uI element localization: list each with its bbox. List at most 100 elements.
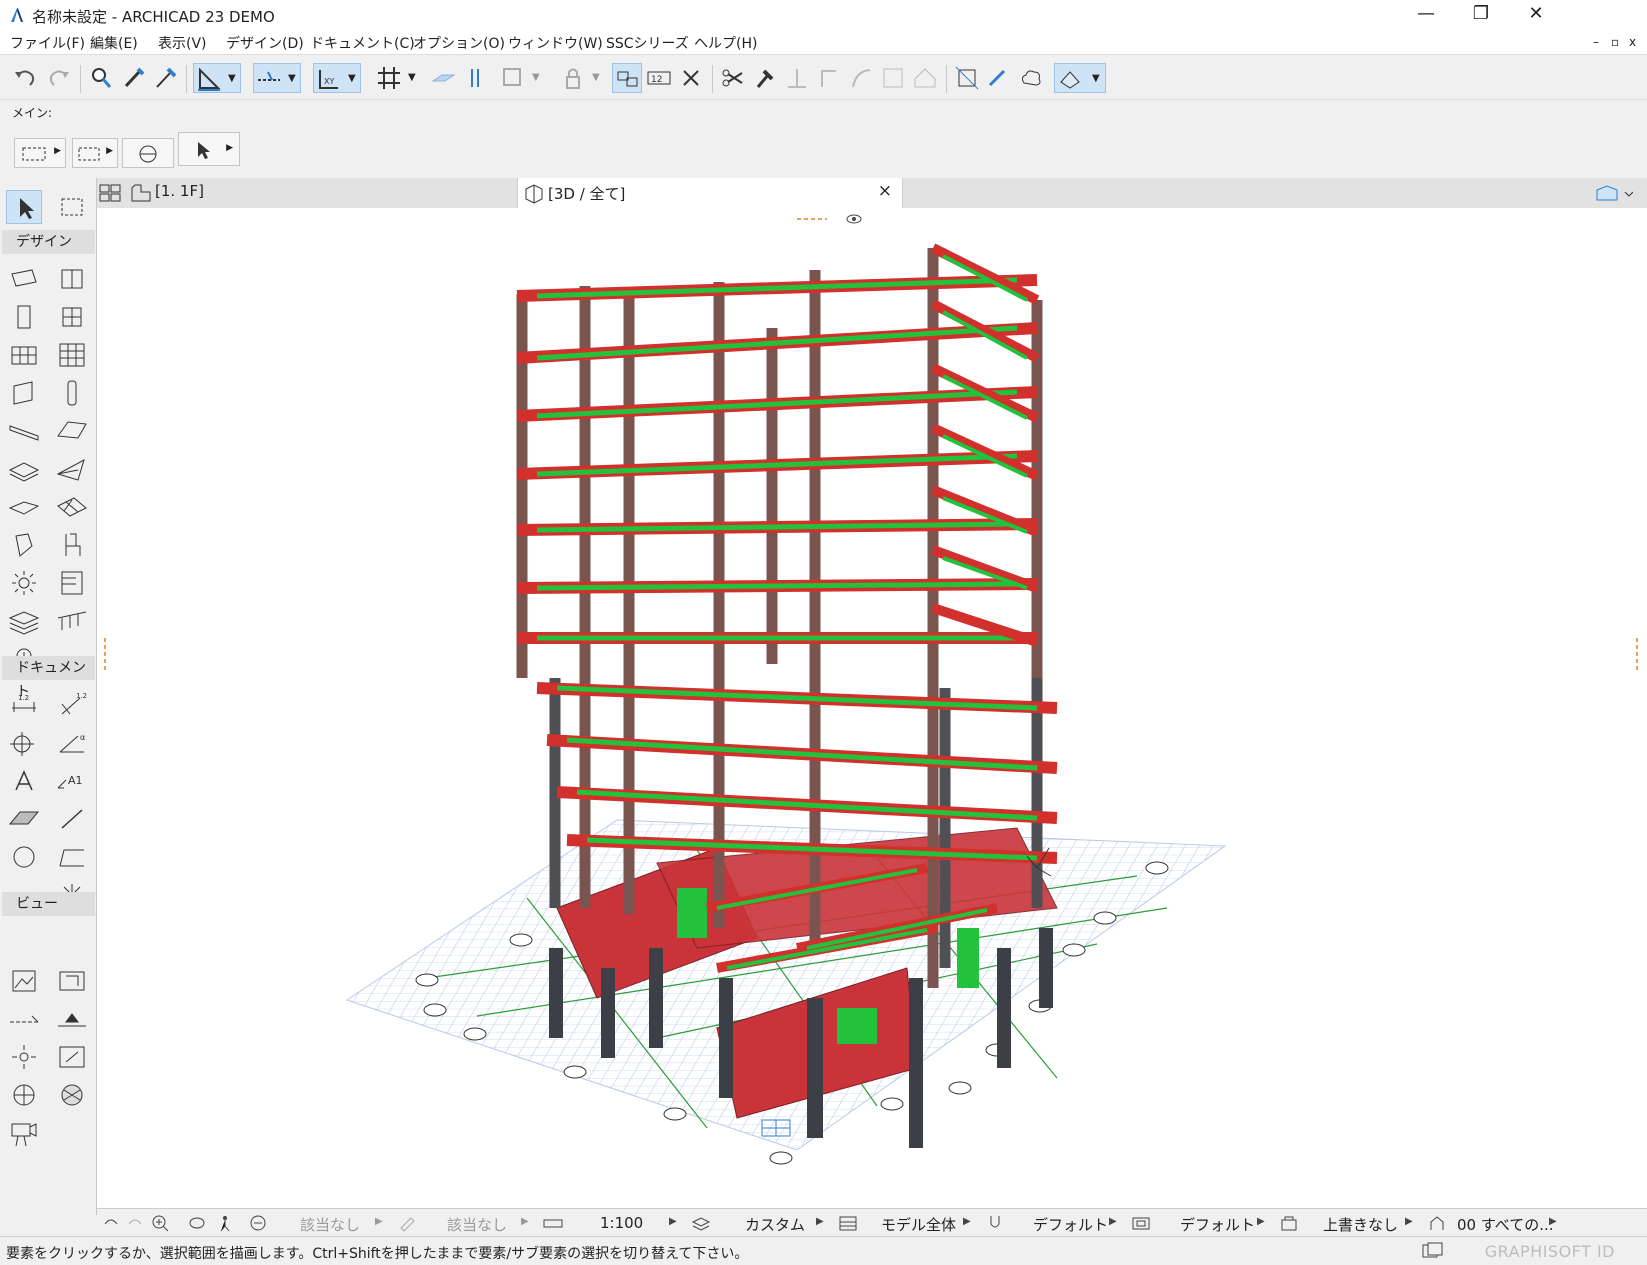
dimension-tool[interactable]: 1.2 <box>6 688 42 722</box>
zoom-in-icon[interactable] <box>151 1214 171 1232</box>
guide-line-button[interactable]: ▼ <box>193 63 241 93</box>
layer-combo-arrow[interactable]: ▶ <box>816 1216 824 1227</box>
marquee-mode-button[interactable]: ▶ <box>72 138 118 168</box>
view-group-header[interactable]: ビュー <box>2 892 95 916</box>
lock-dropdown[interactable]: ▼ <box>592 63 606 93</box>
renovation-filter-value[interactable]: 上書きなし <box>1323 1214 1398 1235</box>
polyline-tool[interactable] <box>54 840 90 874</box>
navigator-icon[interactable] <box>1595 184 1633 202</box>
railing-tool[interactable] <box>54 604 90 638</box>
structure-display-icon[interactable] <box>1427 1214 1447 1232</box>
arrow-tool[interactable] <box>6 190 42 224</box>
adjust-icon[interactable] <box>814 63 844 93</box>
redo-zoom-icon[interactable] <box>125 1214 145 1232</box>
dimension-standard-icon[interactable] <box>1131 1214 1151 1232</box>
model-view-icon[interactable] <box>838 1214 858 1232</box>
object-tool[interactable] <box>54 528 90 562</box>
beam-tool[interactable] <box>6 414 42 448</box>
walk-icon[interactable] <box>215 1214 235 1232</box>
camera-tool[interactable] <box>6 1116 42 1150</box>
menu-ssc-series[interactable]: SSCシリーズ <box>606 33 689 53</box>
interior-elevation-tool[interactable] <box>6 1040 42 1074</box>
change-tool[interactable] <box>54 1078 90 1112</box>
layer-combo-icon[interactable] <box>691 1214 711 1232</box>
marquee-tool[interactable] <box>54 190 90 224</box>
plane-icon[interactable] <box>428 63 458 93</box>
renovation-filter-arrow[interactable]: ▶ <box>1405 1216 1413 1227</box>
minimize-button[interactable]: — <box>1398 0 1454 30</box>
scale-icon[interactable] <box>543 1214 563 1232</box>
syringe-icon[interactable] <box>150 63 180 93</box>
stair-3d-tool[interactable] <box>6 604 42 638</box>
dimension-standard-arrow[interactable]: ▶ <box>1257 1216 1265 1227</box>
undo-zoom-icon[interactable] <box>101 1214 121 1232</box>
worksheet-tool[interactable] <box>54 1040 90 1074</box>
elevation-tool[interactable] <box>54 1002 90 1036</box>
curtain-wall-tool[interactable] <box>54 262 90 296</box>
grid-panel-tool[interactable] <box>54 338 90 372</box>
grid-snap-dropdown[interactable]: ▼ <box>408 63 422 93</box>
label-tool[interactable]: A1 <box>54 764 90 798</box>
design-group-header[interactable]: デザイン <box>2 230 95 254</box>
orbit-view-icon[interactable] <box>187 1214 207 1232</box>
roof-tool[interactable] <box>54 414 90 448</box>
lamp-tool[interactable] <box>6 566 42 600</box>
trace-icon[interactable] <box>460 63 490 93</box>
pen-set-value[interactable]: デフォルト <box>1033 1214 1108 1235</box>
model-view-arrow[interactable]: ▶ <box>963 1216 971 1227</box>
tab-grid-icon[interactable] <box>99 184 121 202</box>
layer-icon[interactable] <box>498 63 528 93</box>
coordinate-button[interactable]: XY ▼ <box>313 63 361 93</box>
scale-value[interactable]: 1:100 <box>600 1214 643 1232</box>
select-frame-icon[interactable] <box>952 63 982 93</box>
figure-tool[interactable] <box>6 964 42 998</box>
line-tool[interactable] <box>54 802 90 836</box>
annotate-icon[interactable] <box>984 63 1014 93</box>
building-model-canvas[interactable] <box>97 208 1647 1208</box>
lock-icon[interactable] <box>558 63 588 93</box>
document-group-header[interactable]: ドキュメント <box>2 656 95 700</box>
detail-tool[interactable] <box>6 1078 42 1112</box>
dimension-standard-value[interactable]: デフォルト <box>1180 1214 1255 1235</box>
close-tab-icon[interactable]: × <box>878 181 892 201</box>
mdi-minimize-button[interactable]: – <box>1593 35 1599 49</box>
elevate-icon[interactable] <box>782 63 812 93</box>
graphisoft-id-link[interactable]: GRAPHISOFT ID <box>1485 1242 1615 1261</box>
eyedropper-icon[interactable] <box>118 63 148 93</box>
fit-zoom-icon[interactable] <box>249 1214 269 1232</box>
window-list-icon[interactable] <box>1422 1242 1444 1260</box>
structure-display-arrow[interactable]: ▶ <box>1549 1216 1557 1227</box>
scissors-icon[interactable] <box>718 63 748 93</box>
level-dimension-tool[interactable] <box>6 726 42 760</box>
undo-filter-arrow[interactable]: ▶ <box>375 1216 383 1227</box>
tab-3d-view[interactable]: [3D / 全て] × <box>517 178 903 208</box>
orbit-button[interactable] <box>122 138 174 168</box>
slab-tool[interactable] <box>6 452 42 486</box>
fill-tool[interactable] <box>6 802 42 836</box>
curve-icon[interactable] <box>846 63 876 93</box>
hammer-icon[interactable] <box>750 63 780 93</box>
menu-window[interactable]: ウィンドウ(W) <box>508 33 603 53</box>
zone-tool[interactable] <box>6 528 42 562</box>
undo-filter-value[interactable]: 該当なし <box>300 1214 360 1235</box>
mdi-restore-button[interactable]: ▫ <box>1611 35 1619 49</box>
mesh-tool[interactable] <box>54 490 90 524</box>
graphic-override-value[interactable]: 該当なし <box>447 1214 507 1235</box>
pen-set-arrow[interactable]: ▶ <box>1109 1216 1117 1227</box>
skylight-tool[interactable] <box>6 376 42 410</box>
arrow-mode-button[interactable]: ▶ <box>178 132 240 166</box>
menu-edit[interactable]: 編集(E) <box>90 33 138 53</box>
roof-icon[interactable] <box>910 63 940 93</box>
selection-method-button[interactable]: ▶ <box>14 138 66 168</box>
scale-arrow[interactable]: ▶ <box>669 1216 677 1227</box>
door-tool[interactable] <box>6 300 42 334</box>
morph-tool[interactable] <box>6 490 42 524</box>
stair-tool[interactable] <box>54 566 90 600</box>
menu-options[interactable]: オプション(O) <box>413 33 505 53</box>
column-tool[interactable] <box>54 376 90 410</box>
graphic-override-icon[interactable] <box>397 1214 417 1232</box>
layer-combo-value[interactable]: カスタム <box>745 1214 805 1235</box>
find-select-icon[interactable] <box>86 63 116 93</box>
suspend-groups-icon[interactable] <box>612 63 642 93</box>
layer-dropdown[interactable]: ▼ <box>532 63 546 93</box>
